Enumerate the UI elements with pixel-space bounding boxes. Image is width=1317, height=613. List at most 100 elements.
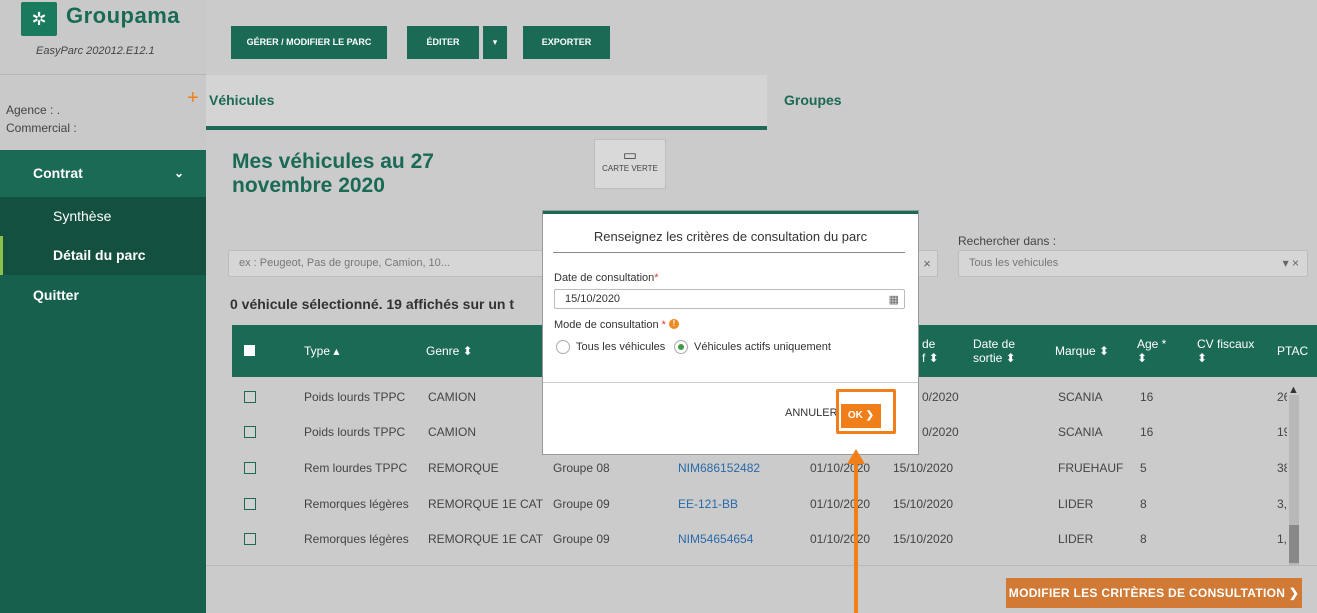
cell-ptac: 19 bbox=[1277, 425, 1287, 439]
cell-marque: SCANIA bbox=[1058, 390, 1103, 404]
sidebar-item-synthese[interactable]: Synthèse bbox=[0, 197, 206, 236]
scrollbar-thumb[interactable] bbox=[1289, 525, 1299, 563]
modifier-criteres-button[interactable]: MODIFIER LES CRITÈRES DE CONSULTATION ❯ bbox=[1006, 578, 1302, 608]
cell-genre: REMORQUE bbox=[428, 461, 499, 475]
required-mark: * bbox=[661, 319, 666, 331]
scroll-up-icon[interactable]: ▲ bbox=[1288, 384, 1299, 396]
cell-groupe: Groupe 08 bbox=[553, 461, 610, 475]
tab-groupes[interactable]: Groupes bbox=[767, 75, 1317, 130]
cell-date-entree: 0/2020 bbox=[922, 425, 959, 439]
search-in-select[interactable]: Tous les vehicules ▾ × bbox=[958, 250, 1308, 277]
cell-date-entree: 01/10/2020 bbox=[810, 532, 871, 546]
cell-marque: FRUEHAUF bbox=[1058, 461, 1124, 475]
logo-area: ✲ Groupama EasyParc 202012.E12.1 bbox=[0, 0, 206, 75]
cell-age: 5 bbox=[1140, 461, 1147, 475]
cell-date-entree: 01/10/2020 bbox=[810, 497, 871, 511]
cell-date-entree: 0/2020 bbox=[922, 390, 959, 404]
radio-all-vehicles[interactable] bbox=[556, 340, 570, 354]
row-checkbox[interactable] bbox=[244, 498, 256, 510]
select-controls-icon[interactable]: ▾ × bbox=[1283, 251, 1299, 276]
page-title: Mes véhicules au 27 novembre 2020 bbox=[232, 150, 434, 197]
column-header-type[interactable]: Type ▴ bbox=[304, 325, 339, 377]
cell-genre: REMORQUE 1E CAT bbox=[428, 497, 544, 511]
commercial-label: Commercial : bbox=[6, 121, 77, 135]
cell-type: Poids lourds TPPC bbox=[304, 425, 406, 439]
cell-date-sortie: 15/10/2020 bbox=[893, 497, 954, 511]
search-input[interactable]: ex : Peugeot, Pas de groupe, Camion, 10.… bbox=[228, 250, 568, 277]
cell-ptac: 26 bbox=[1277, 390, 1287, 404]
annuler-button[interactable]: ANNULER bbox=[785, 407, 838, 419]
cell-age: 16 bbox=[1140, 390, 1154, 404]
date-consultation-field[interactable]: 15/10/2020 ▦ bbox=[554, 289, 905, 309]
editer-button[interactable]: ÉDITER bbox=[407, 26, 479, 59]
cell-type: Remorques légères bbox=[304, 497, 409, 511]
mode-consultation-label: Mode de consultation *! bbox=[554, 319, 679, 331]
cell-ptac: 3,0 bbox=[1277, 497, 1287, 511]
row-checkbox[interactable] bbox=[244, 533, 256, 545]
calendar-icon[interactable]: ▦ bbox=[889, 291, 899, 309]
column-header-ptac[interactable]: PTAC bbox=[1277, 325, 1308, 377]
exporter-button[interactable]: EXPORTER bbox=[523, 26, 610, 59]
table-row[interactable]: Remorques légères REMORQUE 1E CAT Groupe… bbox=[232, 521, 1317, 557]
column-header-date-sortie[interactable]: Date de sortie ⬍ bbox=[973, 325, 1016, 377]
date-consultation-label: Date de consultation* bbox=[554, 272, 659, 284]
info-icon[interactable]: ! bbox=[668, 319, 679, 329]
clear-search-icon[interactable]: × bbox=[916, 250, 938, 277]
divider bbox=[553, 252, 905, 253]
cell-groupe: Groupe 09 bbox=[553, 497, 610, 511]
cell-genre: CAMION bbox=[428, 390, 476, 404]
date-value: 15/10/2020 bbox=[565, 293, 621, 305]
cell-date-sortie: 15/10/2020 bbox=[893, 532, 954, 546]
sidebar-item-quitter[interactable]: Quitter bbox=[0, 275, 206, 315]
cell-date-sortie: 15/10/2020 bbox=[893, 461, 954, 475]
table-row[interactable]: Rem lourdes TPPC REMORQUE Groupe 08 NIM6… bbox=[232, 450, 1317, 486]
column-header-marque[interactable]: Marque ⬍ bbox=[1055, 325, 1109, 377]
table-row[interactable]: Remorques légères REMORQUE 1E CAT Groupe… bbox=[232, 486, 1317, 522]
sidebar-item-detail-parc[interactable]: Détail du parc bbox=[0, 236, 206, 275]
row-checkbox[interactable] bbox=[244, 426, 256, 438]
column-header-age[interactable]: Age * ⬍ bbox=[1137, 325, 1166, 377]
add-plus-icon[interactable]: + bbox=[187, 88, 199, 108]
ok-highlight-frame bbox=[836, 389, 896, 434]
gerer-parc-button[interactable]: GÉRER / MODIFIER LE PARC bbox=[231, 26, 387, 59]
sidebar-item-label: Contrat bbox=[33, 165, 83, 181]
editer-dropdown-icon[interactable]: ▾ bbox=[483, 26, 507, 59]
card-icon: ▭ bbox=[622, 147, 638, 164]
agency-panel: Agence : . Commercial : + bbox=[0, 75, 206, 150]
sidebar-item-contrat[interactable]: Contrat ⌄ bbox=[0, 150, 206, 197]
carte-verte-button[interactable]: ▭ CARTE VERTE bbox=[594, 139, 666, 189]
tab-bar: Véhicules Groupes bbox=[206, 75, 1317, 130]
cell-type: Poids lourds TPPC bbox=[304, 390, 406, 404]
column-header-genre[interactable]: Genre ⬍ bbox=[426, 325, 473, 377]
tab-vehicules[interactable]: Véhicules bbox=[206, 75, 767, 130]
footer-bar: MODIFIER LES CRITÈRES DE CONSULTATION ❯ bbox=[206, 565, 1317, 613]
radio-all-label[interactable]: Tous les véhicules bbox=[576, 341, 665, 353]
column-header-date-effet[interactable]: de f ⬍ bbox=[922, 325, 939, 377]
logo-text: Groupama bbox=[66, 3, 181, 28]
selection-count: 0 véhicule sélectionné. 19 affichés sur … bbox=[230, 296, 514, 312]
cell-type: Rem lourdes TPPC bbox=[304, 461, 408, 475]
cell-marque: SCANIA bbox=[1058, 425, 1103, 439]
cell-age: 16 bbox=[1140, 425, 1154, 439]
cell-age: 8 bbox=[1140, 497, 1147, 511]
cell-genre: CAMION bbox=[428, 425, 476, 439]
cell-immat-link[interactable]: NIM686152482 bbox=[678, 450, 760, 486]
cell-genre: REMORQUE 1E CAT bbox=[428, 532, 544, 546]
app-version: EasyParc 202012.E12.1 bbox=[36, 45, 155, 57]
sidebar: ✲ Groupama EasyParc 202012.E12.1 Agence … bbox=[0, 0, 206, 613]
row-checkbox[interactable] bbox=[244, 391, 256, 403]
cell-marque: LIDER bbox=[1058, 497, 1094, 511]
radio-active-vehicles[interactable] bbox=[674, 340, 688, 354]
cell-immat-link[interactable]: NIM54654654 bbox=[678, 521, 753, 557]
chevron-down-icon: ⌄ bbox=[173, 166, 184, 180]
toolbar: GÉRER / MODIFIER LE PARC ÉDITER ▾ EXPORT… bbox=[206, 0, 1317, 75]
cell-ptac: 1,4 bbox=[1277, 532, 1287, 546]
row-checkbox[interactable] bbox=[244, 462, 256, 474]
date-label-text: Date de consultation bbox=[554, 272, 655, 284]
column-header-cv-fiscaux[interactable]: CV fiscaux ⬍ bbox=[1197, 325, 1254, 377]
mode-label-text: Mode de consultation bbox=[554, 319, 659, 331]
select-all-checkbox[interactable] bbox=[244, 345, 255, 356]
cell-immat-link[interactable]: EE-121-BB bbox=[678, 486, 738, 522]
cell-groupe: Groupe 09 bbox=[553, 532, 610, 546]
radio-active-label[interactable]: Véhicules actifs uniquement bbox=[694, 341, 831, 353]
